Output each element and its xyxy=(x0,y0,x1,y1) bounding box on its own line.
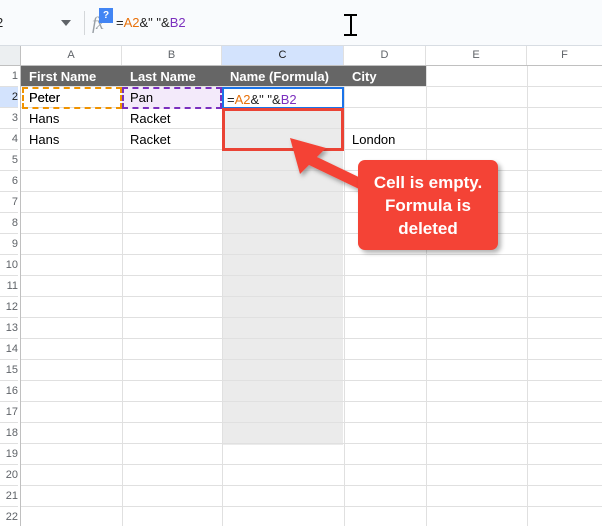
row-header-21[interactable]: 21 xyxy=(0,486,18,507)
column-header-a[interactable]: A xyxy=(21,46,122,65)
help-badge-icon[interactable]: ? xyxy=(99,8,113,23)
callout-box: Cell is empty. Formula is deleted xyxy=(358,160,498,250)
formula-amp-1: & xyxy=(139,15,149,30)
cell-a3[interactable]: Hans xyxy=(25,108,122,129)
callout-text: Cell is empty. Formula is deleted xyxy=(374,171,482,240)
row-header-14[interactable]: 14 xyxy=(0,339,18,360)
cell-b2-text-overlay: Pan xyxy=(130,90,154,105)
row-header-9[interactable]: 9 xyxy=(0,234,18,255)
row-header-1[interactable]: 1 xyxy=(0,66,18,87)
text-ibeam-cursor xyxy=(344,14,358,36)
row-header-10[interactable]: 10 xyxy=(0,255,18,276)
callout-line-1: Cell is empty. xyxy=(373,172,483,192)
row-header-20[interactable]: 20 xyxy=(0,465,18,486)
cell-formula-equals: = xyxy=(227,92,235,107)
cell-formula-amp-1: & xyxy=(250,92,260,107)
row-header-5[interactable]: 5 xyxy=(0,150,18,171)
cell-formula-string: " " xyxy=(259,92,273,107)
cell-a2-text-overlay: Peter xyxy=(29,90,61,105)
row-header-8[interactable]: 8 xyxy=(0,213,18,234)
row-header-13[interactable]: 13 xyxy=(0,318,18,339)
column-header-d[interactable]: D xyxy=(344,46,426,65)
cell-formula-ref-a2: A2 xyxy=(234,92,251,107)
column-header-f[interactable]: F xyxy=(527,46,602,65)
row-header-11[interactable]: 11 xyxy=(0,276,18,297)
callout-line-3: deleted xyxy=(398,218,458,238)
column-header-row: A B C D E F xyxy=(0,46,602,66)
ibeam-stem xyxy=(350,14,352,36)
column-header-e[interactable]: E xyxy=(426,46,527,65)
table-header-name-formula: Name (Formula) xyxy=(230,69,329,84)
row-header-17[interactable]: 17 xyxy=(0,402,18,423)
row-header-column: 1 2 3 4 5 6 7 8 9 10 11 12 13 14 15 16 1… xyxy=(0,66,21,526)
row-header-15[interactable]: 15 xyxy=(0,360,18,381)
spreadsheet-app: 2 fx ? =A2&" "&B2 A B C D E F xyxy=(0,0,602,526)
row-header-4[interactable]: 4 xyxy=(0,129,18,150)
row-header-16[interactable]: 16 xyxy=(0,381,18,402)
table-header-first-name: First Name xyxy=(29,69,97,84)
cell-b4[interactable]: Racket xyxy=(126,129,222,150)
column-c-selection-highlight xyxy=(223,66,343,445)
table-header-last-name: Last Name xyxy=(130,69,196,84)
row-header-12[interactable]: 12 xyxy=(0,297,18,318)
formula-equals: = xyxy=(116,15,124,30)
formula-bar-divider xyxy=(84,11,85,35)
formula-bar: 2 fx ? =A2&" "&B2 xyxy=(0,0,602,46)
row-header-18[interactable]: 18 xyxy=(0,423,18,444)
column-header-c[interactable]: C xyxy=(222,46,344,65)
row-header-3[interactable]: 3 xyxy=(0,108,18,129)
chevron-down-icon[interactable] xyxy=(61,20,71,26)
select-all-corner[interactable] xyxy=(0,46,21,65)
cell-d4[interactable]: London xyxy=(348,129,426,150)
formula-amp-2: & xyxy=(161,15,170,30)
cell-formula-amp-2: & xyxy=(272,92,281,107)
row-header-22[interactable]: 22 xyxy=(0,507,18,526)
row-header-19[interactable]: 19 xyxy=(0,444,18,465)
row-header-2[interactable]: 2 xyxy=(0,87,18,108)
formula-ref-a2: A2 xyxy=(123,15,140,30)
table-header-city: City xyxy=(352,69,377,84)
formula-string-literal: " " xyxy=(148,15,162,30)
cell-b3[interactable]: Racket xyxy=(126,108,222,129)
cell-c2-formula-text: =A2&" "&B2 xyxy=(227,90,297,109)
active-cell-c2[interactable]: =A2&" "&B2 xyxy=(222,87,344,109)
formula-input[interactable]: =A2&" "&B2 xyxy=(116,15,186,31)
cell-a4[interactable]: Hans xyxy=(25,129,122,150)
row-header-6[interactable]: 6 xyxy=(0,171,18,192)
cell-formula-ref-b2: B2 xyxy=(280,92,297,107)
column-header-b[interactable]: B xyxy=(122,46,222,65)
spreadsheet-grid[interactable]: First Name Last Name Name (Formula) City… xyxy=(0,66,602,526)
callout-line-2: Formula is xyxy=(385,195,471,215)
name-box[interactable]: 2 xyxy=(0,12,62,34)
formula-ref-b2: B2 xyxy=(169,15,186,30)
row-header-7[interactable]: 7 xyxy=(0,192,18,213)
